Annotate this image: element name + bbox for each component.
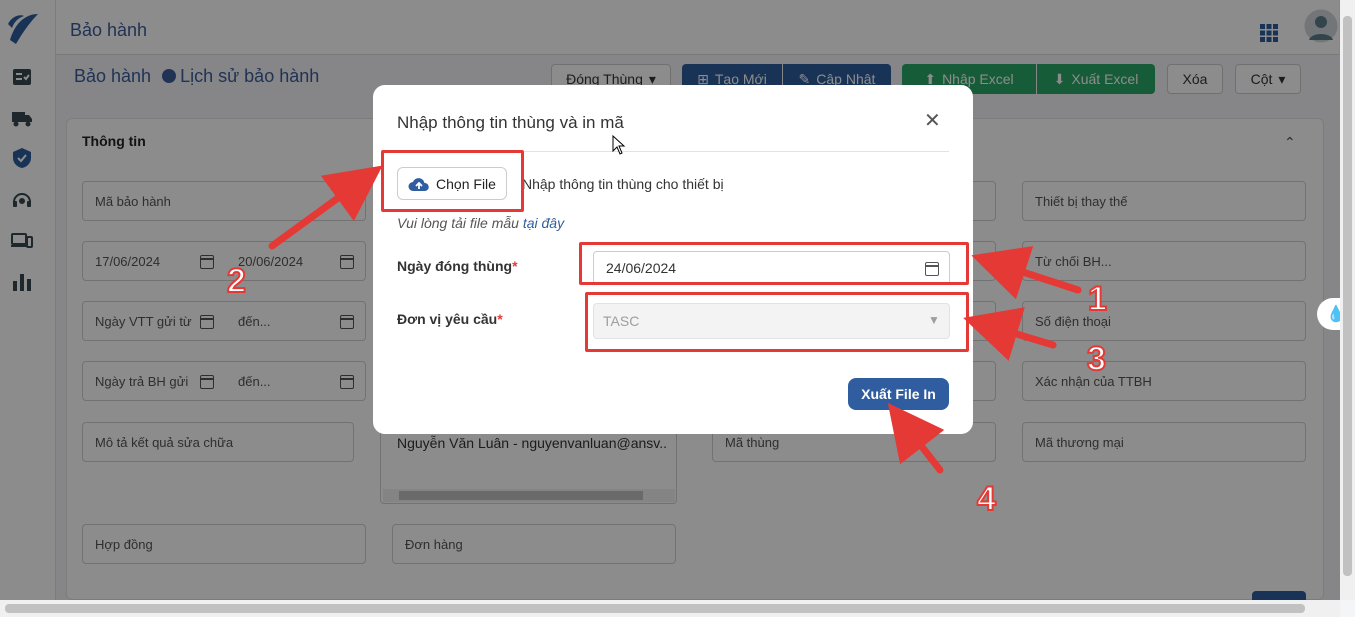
vertical-scrollbar[interactable] bbox=[1340, 0, 1355, 600]
horizontal-scrollbar[interactable] bbox=[0, 600, 1340, 617]
scrollbar-thumb[interactable] bbox=[1343, 16, 1352, 576]
annotation-number-3: 3 bbox=[1086, 339, 1107, 379]
arrow-4 bbox=[887, 402, 945, 474]
arrow-1 bbox=[971, 246, 1082, 300]
annotation-arrows bbox=[268, 165, 1082, 474]
scrollbar-thumb[interactable] bbox=[5, 604, 1305, 613]
annotation-number-1: 1 bbox=[1087, 279, 1108, 319]
annotation-number-2: 2 bbox=[226, 261, 247, 301]
annotation-number-4: 4 bbox=[976, 479, 997, 519]
arrow-2 bbox=[268, 165, 383, 250]
arrow-3 bbox=[963, 307, 1057, 361]
